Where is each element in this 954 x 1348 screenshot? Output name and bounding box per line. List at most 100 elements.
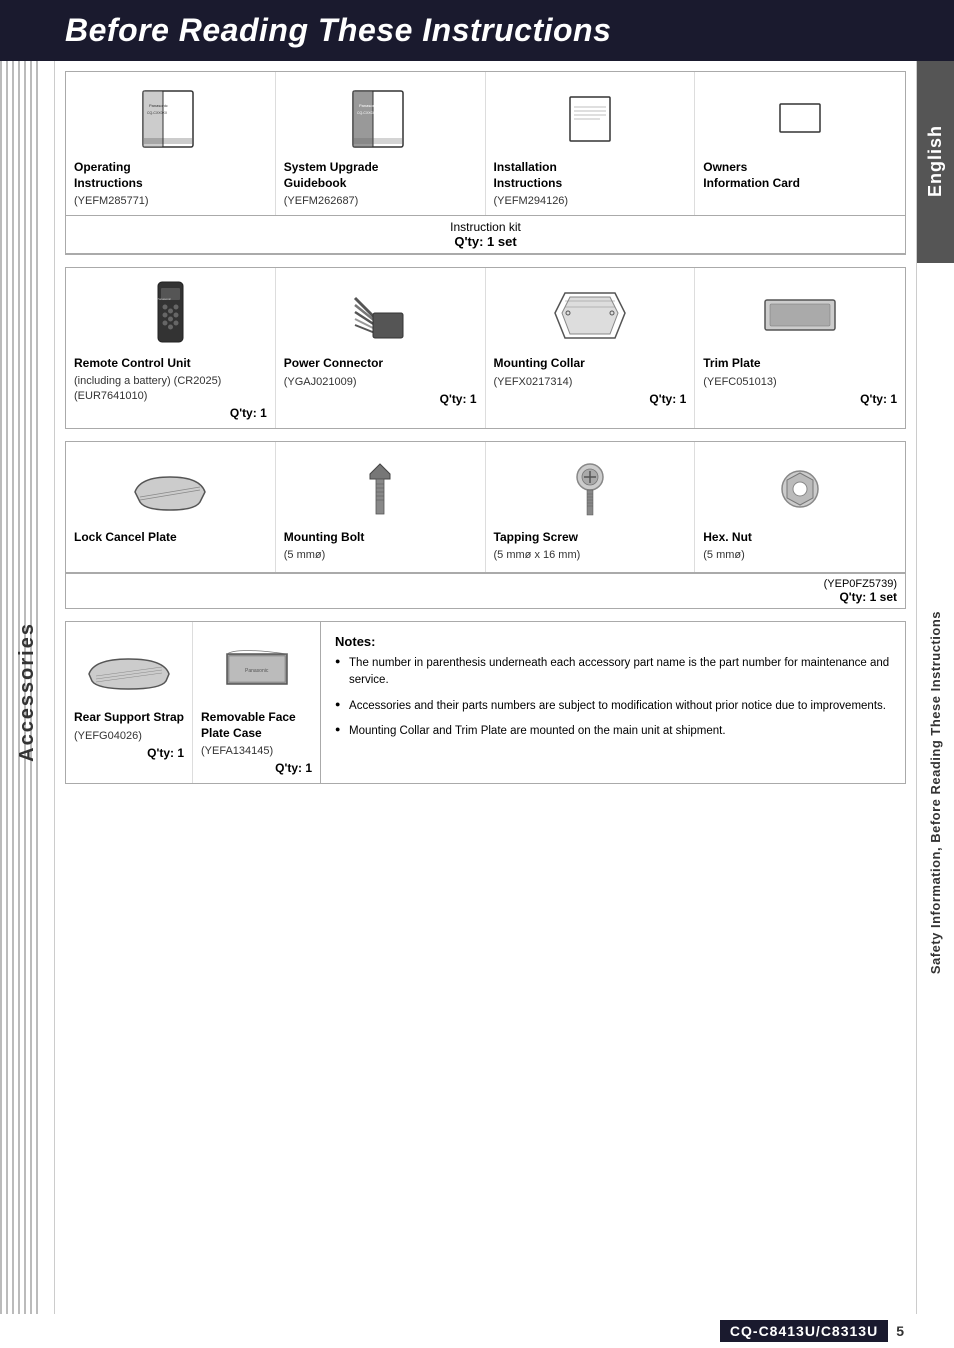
nut-name: Hex. Nut — [703, 530, 752, 546]
page-footer: CQ-C8413U/C8313U 5 — [0, 1314, 954, 1348]
svg-text:CQ-CXX0XX: CQ-CXX0XX — [147, 111, 168, 115]
collar-part: (YEFX0217314) — [494, 376, 573, 388]
safety-label: Safety Information, Before Reading These… — [926, 607, 945, 978]
hardware-part: (YEP0FZ5739) — [74, 578, 897, 590]
remote-sub: (including a battery) (CR2025) — [74, 374, 221, 388]
accessory-cell-nut: Hex. Nut (5 mmø) — [695, 442, 905, 572]
strap-name: Rear Support Strap — [74, 710, 184, 726]
operating-instructions-image: Panasonic CQ-CXX0XX — [74, 84, 267, 154]
faceplate-part: (YEFA134145) — [201, 745, 273, 757]
collar-name: Mounting Collar — [494, 356, 585, 372]
faceplate-qty: Q'ty: 1 — [275, 761, 312, 775]
lock-cancel-image — [74, 454, 267, 524]
svg-text:CQ-CXX0XX: CQ-CXX0XX — [357, 111, 378, 115]
nut-image — [703, 454, 897, 524]
strap-part: (YEFG04026) — [74, 730, 142, 742]
note-item-1: The number in parenthesis underneath eac… — [335, 655, 891, 690]
collar-qty: Q'ty: 1 — [649, 392, 686, 406]
guidebook-name: System UpgradeGuidebook — [284, 160, 379, 191]
screw-image — [494, 454, 687, 524]
power-name: Power Connector — [284, 356, 383, 372]
trim-name: Trim Plate — [703, 356, 760, 372]
installation-name: InstallationInstructions — [494, 160, 563, 191]
trim-plate-image — [703, 280, 897, 350]
right-sidebar-lower: Safety Information, Before Reading These… — [917, 261, 954, 1322]
accessory-cell-collar: Mounting Collar (YEFX0217314) Q'ty: 1 — [486, 268, 696, 428]
bolt-image — [284, 454, 477, 524]
installation-image — [494, 84, 687, 154]
instruction-kit-grid: Panasonic CQ-CXX0XX OperatingInstruction… — [66, 72, 905, 216]
faceplate-image: Panasonic — [201, 634, 312, 704]
accessories-label: Accessories — [16, 622, 39, 762]
remote-qty: Q'ty: 1 — [230, 406, 267, 420]
hardware-grid: Lock Cancel Plate — [66, 442, 905, 573]
remote-part: (EUR7641010) — [74, 390, 147, 402]
operating-instructions-name: OperatingInstructions — [74, 160, 143, 191]
accessory-cell-trim: Trim Plate (YEFC051013) Q'ty: 1 — [695, 268, 905, 428]
hardware-qty: Q'ty: 1 set — [74, 590, 897, 604]
accessory-cell-installation: InstallationInstructions (YEFM294126) — [486, 72, 696, 215]
accessory-cell-lock: Lock Cancel Plate — [66, 442, 276, 572]
page-body: Accessories Panasonic CQ-CXX0XX — [0, 61, 954, 1322]
bolt-name: Mounting Bolt — [284, 530, 365, 546]
accessories-grid-2: Panasonic Remote Control Unit (including… — [66, 268, 905, 428]
mounting-collar-image — [494, 280, 687, 350]
note-item-2: Accessories and their parts numbers are … — [335, 698, 891, 715]
accessory-cell-guidebook: Panasonic CQ-CXX0XX System UpgradeGuideb… — [276, 72, 486, 215]
accessory-cell-faceplate: Panasonic Removable FacePlate Case (YEFA… — [193, 622, 320, 783]
strap-image — [74, 634, 184, 704]
screw-sub: (5 mmø x 16 mm) — [494, 548, 581, 562]
model-badge: CQ-C8413U/C8313U — [720, 1320, 888, 1342]
page-number: 5 — [896, 1323, 904, 1339]
nut-sub: (5 mmø) — [703, 548, 745, 562]
kit-qty: Q'ty: 1 set — [70, 234, 901, 249]
power-part: (YGAJ021009) — [284, 376, 357, 388]
bottom-accessories: Rear Support Strap (YEFG04026) Q'ty: 1 P… — [66, 622, 321, 783]
svg-text:Panasonic: Panasonic — [149, 103, 168, 108]
accessory-cell-bolt: Mounting Bolt (5 mmø) — [276, 442, 486, 572]
kit-row: Instruction kit Q'ty: 1 set — [66, 216, 905, 254]
accessories-section-3: Lock Cancel Plate — [65, 441, 906, 609]
right-sidebar-upper: English — [917, 61, 954, 261]
notes-title: Notes: — [335, 634, 891, 649]
lock-name: Lock Cancel Plate — [74, 530, 177, 546]
kit-title: Instruction kit — [70, 220, 901, 234]
english-label: English — [925, 125, 946, 197]
accessory-cell-power: Power Connector (YGAJ021009) Q'ty: 1 — [276, 268, 486, 428]
instruction-kit-section: Panasonic CQ-CXX0XX OperatingInstruction… — [65, 71, 906, 255]
page-title: Before Reading These Instructions — [65, 12, 934, 49]
owners-card-image — [703, 84, 897, 154]
screw-name: Tapping Screw — [494, 530, 578, 546]
faceplate-name: Removable FacePlate Case — [201, 710, 296, 741]
hardware-footer: (YEP0FZ5739) Q'ty: 1 set — [66, 573, 905, 608]
remote-image: Panasonic — [74, 280, 267, 350]
accessory-cell-strap: Rear Support Strap (YEFG04026) Q'ty: 1 — [66, 622, 193, 783]
installation-part: (YEFM294126) — [494, 195, 569, 207]
accessory-cell-operating: Panasonic CQ-CXX0XX OperatingInstruction… — [66, 72, 276, 215]
bottom-section: Rear Support Strap (YEFG04026) Q'ty: 1 P… — [65, 621, 906, 784]
notes-list: The number in parenthesis underneath eac… — [335, 655, 891, 740]
owners-name: OwnersInformation Card — [703, 160, 800, 191]
guidebook-part: (YEFM262687) — [284, 195, 359, 207]
trim-qty: Q'ty: 1 — [860, 392, 897, 406]
power-qty: Q'ty: 1 — [440, 392, 477, 406]
operating-instructions-part: (YEFM285771) — [74, 195, 149, 207]
right-sidebar: English Safety Information, Before Readi… — [916, 61, 954, 1322]
accessory-cell-screw: Tapping Screw (5 mmø x 16 mm) — [486, 442, 696, 572]
accessories-section-2: Panasonic Remote Control Unit (including… — [65, 267, 906, 429]
svg-text:Panasonic: Panasonic — [359, 103, 378, 108]
guidebook-image: Panasonic CQ-CXX0XX — [284, 84, 477, 154]
notes-section: Notes: The number in parenthesis underne… — [321, 622, 905, 783]
bolt-sub: (5 mmø) — [284, 548, 326, 562]
page-header: Before Reading These Instructions — [0, 0, 954, 61]
accessory-cell-remote: Panasonic Remote Control Unit (including… — [66, 268, 276, 428]
svg-text:Panasonic: Panasonic — [157, 297, 172, 301]
bottom-grid: Rear Support Strap (YEFG04026) Q'ty: 1 P… — [66, 622, 320, 783]
main-content: Panasonic CQ-CXX0XX OperatingInstruction… — [55, 61, 916, 1322]
trim-part: (YEFC051013) — [703, 376, 776, 388]
svg-text:Panasonic: Panasonic — [245, 668, 269, 674]
remote-name: Remote Control Unit — [74, 356, 191, 372]
left-sidebar: Accessories — [0, 61, 55, 1322]
strap-qty: Q'ty: 1 — [147, 746, 184, 760]
note-item-3: Mounting Collar and Trim Plate are mount… — [335, 723, 891, 740]
